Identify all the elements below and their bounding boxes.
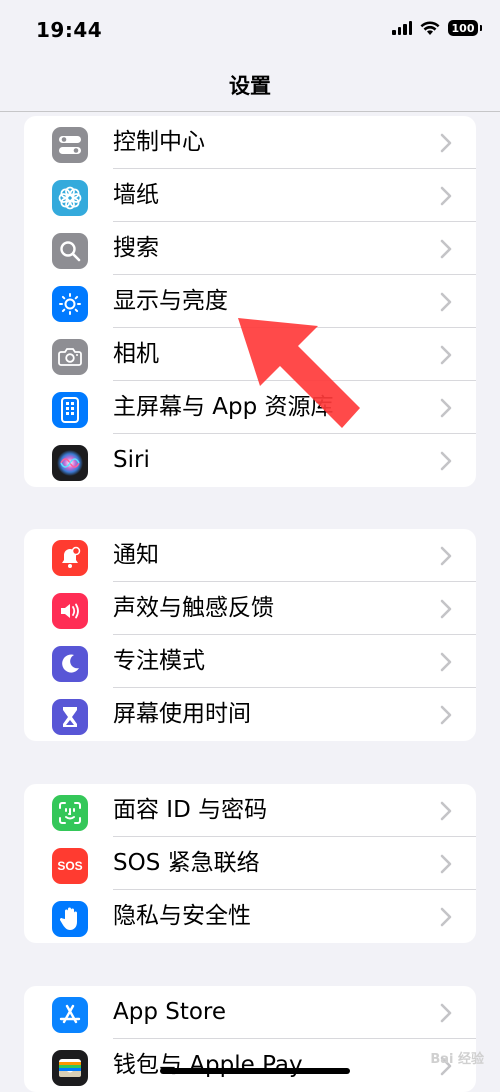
watermark: Bai 经验	[430, 1052, 484, 1067]
settings-row-label: SOS 紧急联络	[113, 850, 260, 876]
chevron-right-icon	[440, 133, 452, 157]
settings-row-privacy[interactable]: 隐私与安全性	[24, 890, 476, 943]
chevron-right-icon	[440, 451, 452, 475]
settings-row-search[interactable]: 搜索	[24, 222, 476, 275]
settings-group-2: 通知声效与触感反馈 专注模式屏幕使用时间	[24, 529, 476, 741]
settings-row-label: 面容 ID 与密码	[113, 797, 268, 823]
settings-row-display[interactable]: 显示与亮度	[24, 275, 476, 328]
app-store-icon	[52, 997, 88, 1033]
settings-row-label: App Store	[113, 999, 227, 1025]
chevron-right-icon	[440, 907, 452, 931]
settings-row-home-screen[interactable]: 主屏幕与 App 资源库	[24, 381, 476, 434]
hand-icon	[52, 901, 88, 937]
settings-row-label: 显示与亮度	[113, 288, 228, 314]
camera-icon	[52, 339, 88, 375]
settings-row-control-center[interactable]: 控制中心	[24, 116, 476, 169]
status-icons: 100	[392, 20, 482, 36]
bell-icon	[52, 540, 88, 576]
sos-icon: SOS	[52, 848, 88, 884]
chevron-right-icon	[440, 854, 452, 878]
settings-group-3: 面容 ID 与密码 SOS SOS 紧急联络 隐私与安全性	[24, 784, 476, 943]
settings-row-wallpaper[interactable]: 墙纸	[24, 169, 476, 222]
chevron-right-icon	[440, 705, 452, 729]
chevron-right-icon	[440, 1003, 452, 1027]
navigation-bar: 设置	[0, 60, 500, 112]
cellular-signal-icon	[392, 21, 412, 35]
settings-row-label: 控制中心	[113, 129, 205, 155]
wallet-icon	[52, 1050, 88, 1086]
settings-row-camera[interactable]: 相机	[24, 328, 476, 381]
battery-icon: 100	[448, 20, 482, 36]
chevron-right-icon	[440, 186, 452, 210]
settings-row-label: 屏幕使用时间	[113, 701, 251, 727]
settings-row-label: Siri	[113, 447, 150, 473]
sun-icon	[52, 286, 88, 322]
chevron-right-icon	[440, 801, 452, 825]
settings-group-4: App Store 钱包与 Apple Pay	[24, 986, 476, 1092]
chevron-right-icon	[440, 398, 452, 422]
speaker-icon	[52, 593, 88, 629]
search-icon	[52, 233, 88, 269]
settings-row-label: 通知	[113, 542, 159, 568]
status-bar: 19:44 100	[0, 0, 500, 60]
settings-row-app-store[interactable]: App Store	[24, 986, 476, 1039]
settings-row-label: 墙纸	[113, 182, 159, 208]
settings-group-1: 控制中心墙纸搜索显示与亮度相机主屏幕与 App 资源库 Siri	[24, 116, 476, 487]
face-id-icon	[52, 795, 88, 831]
moon-icon	[52, 646, 88, 682]
settings-row-siri[interactable]: Siri	[24, 434, 476, 487]
chevron-right-icon	[440, 292, 452, 316]
chevron-right-icon	[440, 546, 452, 570]
settings-row-label: 声效与触感反馈	[113, 595, 274, 621]
settings-row-label: 钱包与 Apple Pay	[113, 1052, 303, 1078]
settings-row-label: 隐私与安全性	[113, 903, 251, 929]
flower-icon	[52, 180, 88, 216]
phone-grid-icon	[52, 392, 88, 428]
settings-row-focus[interactable]: 专注模式	[24, 635, 476, 688]
wifi-icon	[420, 20, 440, 35]
chevron-right-icon	[440, 239, 452, 263]
chevron-right-icon	[440, 599, 452, 623]
settings-row-label: 主屏幕与 App 资源库	[113, 394, 334, 420]
settings-row-label: 专注模式	[113, 648, 205, 674]
status-time: 19:44	[36, 18, 103, 42]
chevron-right-icon	[440, 345, 452, 369]
chevron-right-icon	[440, 652, 452, 676]
page-title: 设置	[229, 74, 271, 98]
settings-row-face-id[interactable]: 面容 ID 与密码	[24, 784, 476, 837]
settings-row-sounds[interactable]: 声效与触感反馈	[24, 582, 476, 635]
hourglass-icon	[52, 699, 88, 735]
settings-row-sos[interactable]: SOS SOS 紧急联络	[24, 837, 476, 890]
settings-row-label: 搜索	[113, 235, 159, 261]
settings-row-screen-time[interactable]: 屏幕使用时间	[24, 688, 476, 741]
icon-text: SOS	[57, 859, 83, 873]
settings-row-notifications[interactable]: 通知	[24, 529, 476, 582]
home-indicator	[160, 1068, 350, 1074]
settings-row-label: 相机	[113, 341, 159, 367]
siri-icon	[52, 445, 88, 481]
toggle-icon	[52, 127, 88, 163]
settings-row-wallet[interactable]: 钱包与 Apple Pay	[24, 1039, 476, 1092]
